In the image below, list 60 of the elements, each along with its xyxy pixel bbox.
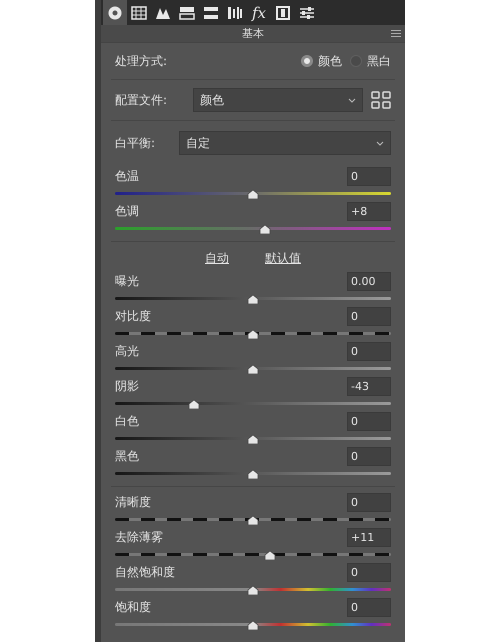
- slider-label: 阴影: [115, 378, 139, 394]
- panel-title: 基本: [242, 26, 264, 41]
- value-field[interactable]: 0: [347, 492, 391, 512]
- value-field[interactable]: 0: [347, 598, 391, 616]
- panel-tab[interactable]: [103, 0, 127, 25]
- field-label: 白平衡:: [115, 134, 156, 152]
- slider-label: 白色: [115, 412, 139, 430]
- value-field[interactable]: +8: [347, 202, 391, 220]
- slider-thumb[interactable]: [247, 515, 259, 525]
- slider-thumb[interactable]: [188, 399, 200, 409]
- slider-label: 去除薄雾: [115, 528, 163, 546]
- curve-grid-icon: [131, 6, 147, 20]
- aperture-icon: [107, 6, 123, 20]
- slider-thumb[interactable]: [247, 364, 259, 374]
- slider-thumb[interactable]: [247, 294, 259, 304]
- panel-tab[interactable]: fx: [247, 0, 271, 25]
- bars-icon: [203, 6, 219, 20]
- film-icon: [275, 6, 291, 20]
- value-field[interactable]: 0: [347, 166, 391, 186]
- slider-thumb[interactable]: [247, 329, 259, 339]
- sliders-icon: [299, 6, 315, 20]
- slider-label: 对比度: [115, 308, 151, 324]
- mountains-icon: [155, 6, 171, 20]
- slider-label: 清晰度: [115, 494, 151, 510]
- value-field[interactable]: 0: [347, 412, 391, 430]
- preset-dropdown[interactable]: 自定: [179, 131, 391, 155]
- slider-thumb[interactable]: [247, 585, 259, 595]
- slider-thumb[interactable]: [247, 469, 259, 479]
- slider-label: 曝光: [115, 272, 139, 290]
- slider-label: 黑色: [115, 448, 139, 464]
- slider-thumb[interactable]: [259, 224, 272, 234]
- chevron-icon: [376, 140, 384, 146]
- field-label: 处理方式:: [115, 52, 168, 70]
- radio-option[interactable]: 颜色: [301, 52, 342, 70]
- split-tone-icon: [179, 6, 195, 20]
- value-field[interactable]: 0: [347, 446, 391, 466]
- slider-label: 饱和度: [115, 598, 151, 616]
- menu-icon[interactable]: [391, 30, 401, 37]
- value-field[interactable]: +11: [347, 528, 391, 546]
- text-link[interactable]: 默认值: [265, 250, 301, 266]
- slider-thumb[interactable]: [247, 434, 259, 444]
- value-field[interactable]: -43: [347, 376, 391, 396]
- slider-thumb[interactable]: [247, 189, 259, 199]
- field-label: 配置文件:: [115, 92, 168, 108]
- profile-dropdown[interactable]: 颜色: [193, 88, 363, 112]
- radio-option[interactable]: 黑白: [350, 52, 391, 70]
- text-link[interactable]: 自动: [205, 250, 229, 266]
- slider-thumb[interactable]: [264, 550, 276, 560]
- grid-icon[interactable]: [371, 91, 391, 109]
- chevron-icon: [348, 98, 356, 102]
- slider-label: 色调: [115, 202, 139, 220]
- value-field[interactable]: 0.00: [347, 272, 391, 290]
- columns-icon: [227, 6, 243, 20]
- value-field[interactable]: 0: [347, 342, 391, 360]
- slider-label: 高光: [115, 342, 139, 360]
- value-field[interactable]: 0: [347, 306, 391, 326]
- slider-label: 自然饱和度: [115, 564, 175, 580]
- slider-thumb[interactable]: [247, 620, 259, 630]
- slider-label: 色温: [115, 168, 139, 184]
- value-field[interactable]: 0: [347, 562, 391, 582]
